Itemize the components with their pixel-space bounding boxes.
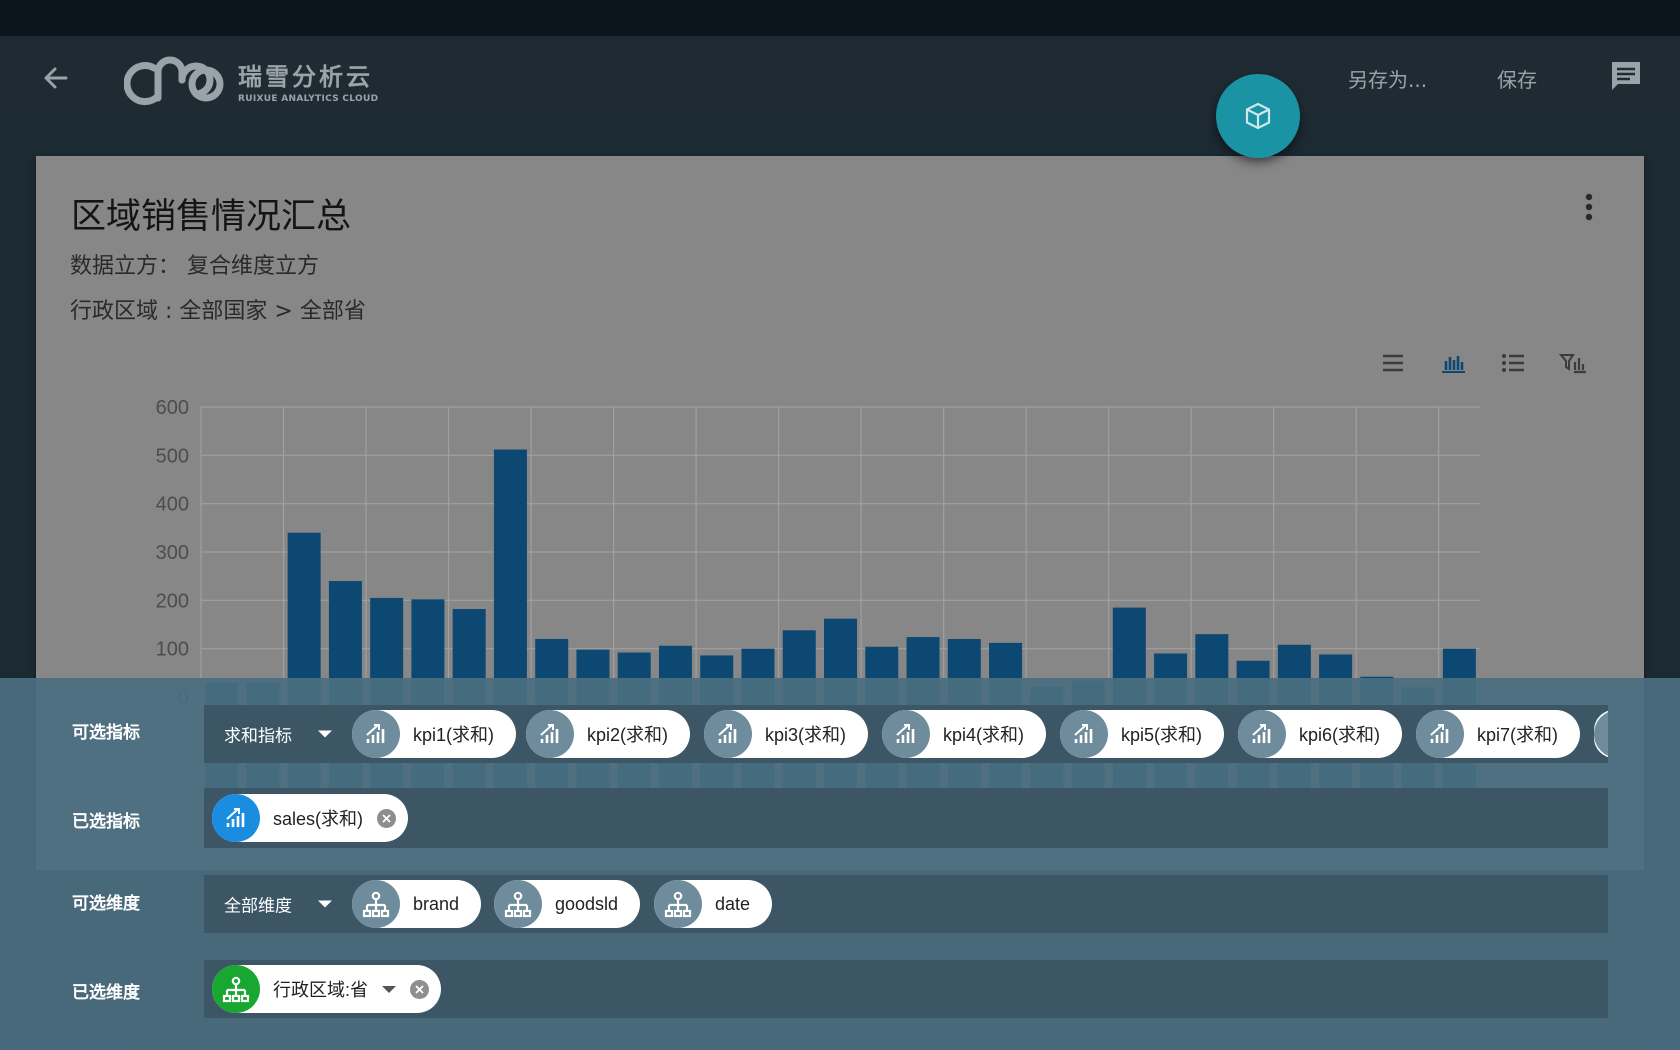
chevron-down-icon <box>318 900 332 908</box>
logo-text: 瑞雪分析云 RUIXUE ANALYTICS CLOUD <box>238 57 378 104</box>
metric-type-value: 求和指标 <box>224 726 292 747</box>
chat-button[interactable] <box>1608 58 1644 94</box>
logo-name: 瑞雪分析云 <box>238 62 373 91</box>
app-logo: 瑞雪分析云 RUIXUE ANALYTICS CLOUD <box>124 46 378 114</box>
save-as-button[interactable]: 另存为... <box>1348 64 1427 93</box>
metric-chip-more[interactable] <box>1594 710 1608 758</box>
hierarchy-icon <box>654 880 702 928</box>
optional-metrics-row: 求和指标 kpi1(求和) kpi2(求和) kpi3(求和) kpi4(求和)… <box>204 705 1608 763</box>
y-tick-label: 100 <box>156 639 189 661</box>
metric-chip-kpi5[interactable]: kpi5(求和) <box>1060 710 1225 758</box>
metric-trend-icon <box>882 710 930 758</box>
metric-trend-icon <box>1416 710 1464 758</box>
dimension-chip-label: 行政区域:省 <box>273 980 369 1000</box>
selected-metrics-label: 已选指标 <box>72 812 140 832</box>
metric-chip-kpi4[interactable]: kpi4(求和) <box>882 710 1047 758</box>
metric-chip-label: kpi2(求和) <box>587 725 669 745</box>
hierarchy-icon <box>352 880 400 928</box>
selected-dimension-chip-region[interactable]: 行政区域:省 <box>212 965 442 1013</box>
selected-metrics-row: sales(求和) <box>204 788 1608 848</box>
field-selection-panel: 可选指标 求和指标 kpi1(求和) kpi2(求和) kpi3(求和) kpi… <box>0 678 1680 1050</box>
metric-trend-icon <box>212 794 260 842</box>
message-icon <box>1612 62 1640 90</box>
metric-chip-label: kpi5(求和) <box>1121 725 1203 745</box>
y-tick-label: 600 <box>156 397 189 419</box>
y-tick-label: 500 <box>156 445 189 467</box>
y-tick-label: 200 <box>156 590 189 612</box>
dimension-chip-date[interactable]: date <box>654 880 773 928</box>
metric-trend-icon <box>1060 710 1108 758</box>
back-button[interactable] <box>38 60 74 96</box>
arrow-left-icon <box>44 67 68 89</box>
dimension-type-dropdown[interactable]: 全部维度 <box>224 892 332 917</box>
chevron-down-icon <box>318 730 332 738</box>
hierarchy-icon <box>212 965 260 1013</box>
metric-trend-icon <box>704 710 752 758</box>
metric-chip-label: kpi6(求和) <box>1299 725 1381 745</box>
chevron-down-icon[interactable] <box>382 985 397 993</box>
close-icon <box>415 984 424 994</box>
metric-chip-label: kpi3(求和) <box>765 725 847 745</box>
logo-subtitle: RUIXUE ANALYTICS CLOUD <box>238 93 379 104</box>
dimension-chip-label: date <box>715 893 751 914</box>
dimension-chip-brand[interactable]: brand <box>352 880 482 928</box>
selected-metric-chip-sales[interactable]: sales(求和) <box>212 794 409 842</box>
optional-metrics-label: 可选指标 <box>72 723 140 743</box>
cube-icon <box>1245 102 1271 130</box>
cube-fab-button[interactable] <box>1216 74 1300 158</box>
metric-chip-label: kpi7(求和) <box>1477 725 1559 745</box>
metric-chip-label: kpi4(求和) <box>943 725 1025 745</box>
close-icon <box>382 813 391 823</box>
metric-trend-icon <box>352 710 400 758</box>
save-button[interactable]: 保存 <box>1497 64 1537 93</box>
system-top-strip <box>0 0 1680 36</box>
metric-type-dropdown[interactable]: 求和指标 <box>224 722 332 747</box>
metric-chip-label: sales(求和) <box>273 809 364 829</box>
metric-chip-label: kpi1(求和) <box>413 725 495 745</box>
selected-dims-row: 行政区域:省 <box>204 960 1608 1018</box>
metric-trend-icon <box>1238 710 1286 758</box>
selected-dims-label: 已选维度 <box>72 983 140 1003</box>
y-tick-label: 300 <box>156 542 189 564</box>
metric-trend-icon <box>1594 710 1608 758</box>
dimension-chip-goodsld[interactable]: goodsld <box>494 880 641 928</box>
optional-dims-label: 可选维度 <box>72 894 140 914</box>
dimension-chip-label: brand <box>413 893 460 914</box>
y-tick-label: 400 <box>156 494 189 516</box>
metric-chip-kpi6[interactable]: kpi6(求和) <box>1238 710 1403 758</box>
metric-chip-kpi3[interactable]: kpi3(求和) <box>704 710 869 758</box>
hierarchy-icon <box>494 880 542 928</box>
metric-chip-kpi2[interactable]: kpi2(求和) <box>526 710 691 758</box>
dimension-chip-label: goodsld <box>555 893 619 914</box>
dimension-type-value: 全部维度 <box>224 896 292 917</box>
remove-chip-button[interactable] <box>410 979 430 999</box>
ruixue-logo-icon <box>124 56 224 106</box>
remove-chip-button[interactable] <box>377 808 397 828</box>
optional-dims-row: 全部维度 brand goodsld date <box>204 875 1608 933</box>
metric-chip-kpi1[interactable]: kpi1(求和) <box>352 710 517 758</box>
metric-chip-kpi7[interactable]: kpi7(求和) <box>1416 710 1581 758</box>
app-bar: 瑞雪分析云 RUIXUE ANALYTICS CLOUD 另存为... 保存 <box>0 36 1680 122</box>
metric-trend-icon <box>526 710 574 758</box>
